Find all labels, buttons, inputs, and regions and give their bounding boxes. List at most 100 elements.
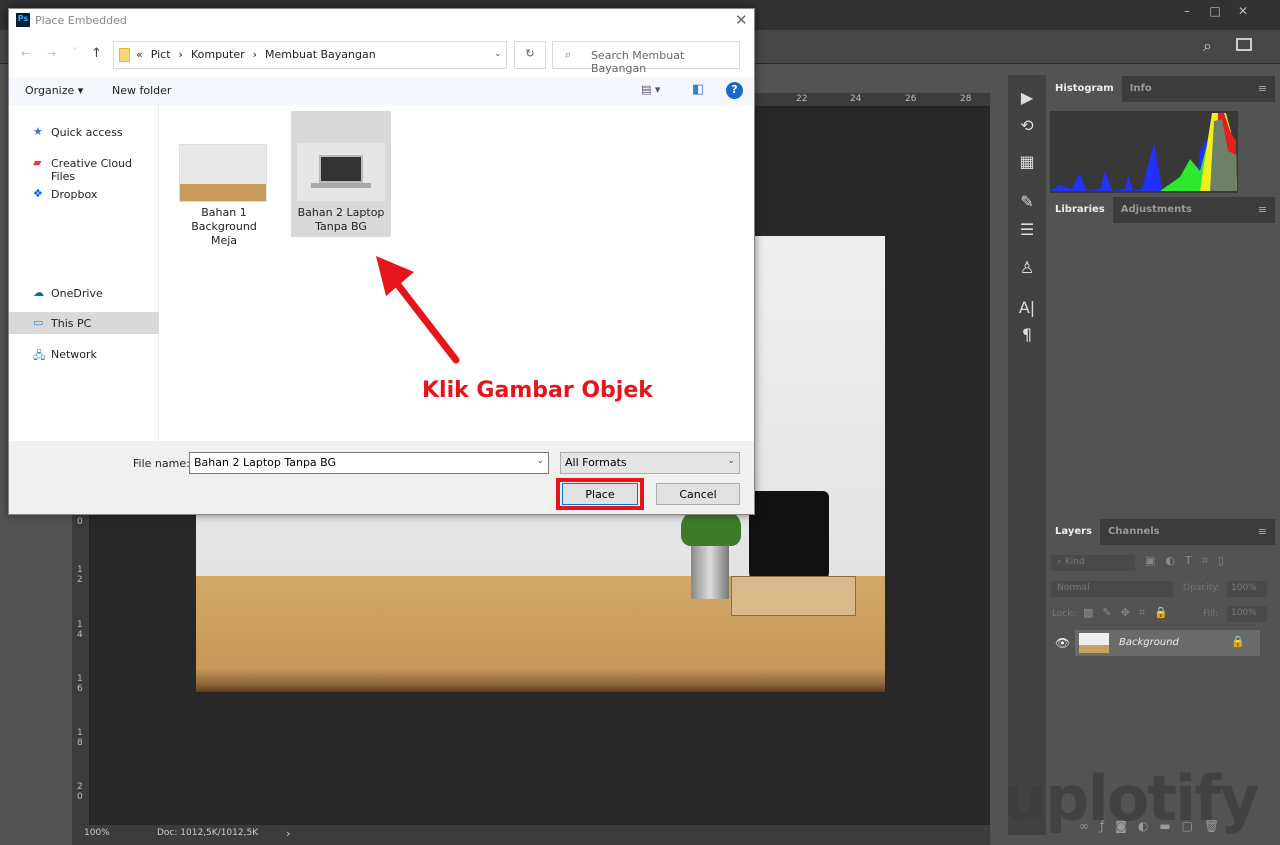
file-name-input[interactable]: Bahan 2 Laptop Tanpa BG ⌄ — [189, 452, 549, 474]
back-button[interactable]: ← — [21, 47, 30, 60]
up-button[interactable]: ↑ — [91, 46, 102, 61]
file-thumbnail — [297, 143, 385, 201]
play-icon[interactable]: ▶ — [1008, 88, 1046, 107]
refresh-button[interactable]: ↻ — [514, 41, 546, 69]
tab-libraries[interactable]: Libraries — [1047, 197, 1113, 223]
blend-mode-select[interactable]: Normal — [1051, 581, 1173, 597]
panel-menu-icon[interactable]: ≡ — [1258, 82, 1267, 95]
network-icon: 🖧 — [33, 349, 46, 362]
tab-layers[interactable]: Layers — [1047, 519, 1100, 545]
ruler-label: 26 — [905, 94, 917, 104]
maximize-button[interactable]: □ — [1204, 4, 1226, 20]
breadcrumb-separator[interactable]: › — [179, 48, 183, 61]
close-button[interactable]: ✕ — [1232, 4, 1254, 20]
cancel-button[interactable]: Cancel — [656, 483, 740, 505]
histogram-panel: Histogram Info ≡ — [1047, 76, 1275, 196]
creative-cloud-icon: ▰ — [33, 156, 42, 169]
recent-dropdown[interactable]: ˅ — [73, 47, 77, 56]
file-name-label: File name: — [133, 457, 190, 470]
ruler-label: 22 — [796, 94, 808, 104]
tab-histogram[interactable]: Histogram — [1047, 76, 1122, 102]
ruler-label: 0 — [77, 517, 83, 527]
breadcrumb-membuat-bayangan[interactable]: Membuat Bayangan — [265, 48, 376, 61]
breadcrumb-overflow[interactable]: « — [136, 48, 143, 61]
fill-field[interactable]: 100% — [1227, 606, 1267, 622]
preview-pane-icon[interactable]: ◧ — [692, 82, 704, 97]
dropbox-icon: ❖ — [33, 187, 43, 200]
plant-pot-image — [691, 541, 729, 599]
ruler-label: 28 — [960, 94, 972, 104]
doc-size: Doc: 1012,5K/1012,5K — [157, 828, 259, 838]
format-value: All Formats — [565, 456, 627, 469]
search-icon[interactable]: ⌕ — [1203, 36, 1212, 56]
new-folder-button[interactable]: New folder — [112, 84, 171, 97]
file-item[interactable]: Bahan 1 Background Meja — [179, 144, 269, 248]
search-icon: ⌕ — [565, 48, 572, 61]
chevron-down-icon: ⌄ — [727, 456, 735, 466]
ruler-label: 24 — [850, 94, 862, 104]
help-icon[interactable]: ? — [726, 82, 743, 99]
minimize-button[interactable]: – — [1176, 4, 1198, 20]
file-thumbnail — [179, 144, 267, 202]
tab-adjustments[interactable]: Adjustments — [1113, 197, 1200, 223]
history-icon[interactable]: ⟲ — [1008, 116, 1046, 135]
nav-creative-cloud-files[interactable]: ▰ Creative Cloud Files — [9, 152, 159, 183]
search-placeholder: Search Membuat Bayangan — [591, 49, 685, 75]
opacity-field[interactable]: 100% — [1227, 581, 1267, 597]
breadcrumb-pict[interactable]: Pict — [151, 48, 171, 61]
nav-label: This PC — [51, 317, 92, 330]
zoom-level[interactable]: 100% — [84, 828, 110, 838]
nav-onedrive[interactable]: ☁ OneDrive — [9, 282, 159, 304]
ruler-label: 1 4 — [77, 620, 83, 640]
file-name-line: Bahan 2 Laptop — [297, 206, 385, 219]
notebook-image — [731, 576, 856, 616]
dialog-close-button[interactable]: ✕ — [735, 11, 748, 29]
lock-icons[interactable]: ▩✎✥⌗🔒 — [1083, 606, 1177, 620]
file-format-select[interactable]: All Formats ⌄ — [560, 452, 740, 474]
file-item-selected[interactable]: Bahan 2 Laptop Tanpa BG — [291, 111, 391, 237]
address-dropdown-icon[interactable]: ⌄ — [494, 49, 502, 59]
address-bar[interactable]: « Pict › Komputer › Membuat Bayangan ⌄ ↻ — [113, 41, 546, 69]
chevron-down-icon[interactable]: ⌄ — [536, 456, 544, 466]
file-name-line: Background — [191, 220, 257, 233]
tab-channels[interactable]: Channels — [1100, 519, 1168, 545]
nav-network[interactable]: 🖧 Network — [9, 343, 159, 365]
brushes-icon[interactable]: ✎ — [1008, 192, 1046, 211]
place-button[interactable]: Place — [562, 483, 638, 505]
histogram-graph — [1050, 111, 1238, 193]
panel-menu-icon[interactable]: ≡ — [1258, 203, 1267, 216]
nav-quick-access[interactable]: ★ Quick access — [9, 121, 159, 143]
nav-label: Network — [51, 348, 97, 361]
nav-this-pc[interactable]: ▭ This PC — [9, 312, 159, 334]
fill-label: Fill: — [1203, 609, 1219, 619]
ruler-label: 1 2 — [77, 565, 83, 585]
computer-icon: ▭ — [33, 316, 44, 329]
clone-source-icon[interactable]: ♙ — [1008, 258, 1046, 277]
layer-filter-kind[interactable]: ⌕ Kind — [1051, 555, 1135, 571]
layer-filter-icons[interactable]: ▣◐T⌗▯ — [1145, 554, 1234, 568]
nav-label: Quick access — [51, 126, 123, 139]
nav-dropbox[interactable]: ❖ Dropbox — [9, 183, 159, 205]
dialog-title: Place Embedded — [35, 14, 127, 27]
character-icon[interactable]: A| — [1008, 298, 1046, 317]
layer-row[interactable]: Background 🔒 — [1075, 630, 1260, 656]
tab-info[interactable]: Info — [1122, 76, 1160, 102]
status-menu-arrow[interactable]: › — [286, 827, 290, 840]
forward-button[interactable]: → — [47, 47, 56, 60]
breadcrumb-separator[interactable]: › — [253, 48, 257, 61]
dialog-toolbar: Organize ▾ New folder ▤ ▾ ◧ ? — [9, 77, 754, 105]
breadcrumb-komputer[interactable]: Komputer — [191, 48, 245, 61]
properties-icon[interactable]: ▦ — [1008, 152, 1046, 171]
view-options-icon[interactable]: ▤ ▾ — [641, 83, 660, 96]
organize-button[interactable]: Organize ▾ — [25, 84, 83, 97]
status-bar: 100% Doc: 1012,5K/1012,5K › — [72, 825, 990, 845]
panel-menu-icon[interactable]: ≡ — [1258, 525, 1267, 538]
file-name-line: Bahan 1 — [201, 206, 247, 219]
search-field[interactable]: ⌕ Search Membuat Bayangan — [552, 41, 740, 75]
laptop-image — [319, 155, 363, 183]
paragraph-icon[interactable]: ¶ — [1008, 325, 1046, 344]
mug-image — [749, 491, 829, 586]
workspace-icon[interactable] — [1236, 38, 1252, 51]
eye-icon[interactable]: 👁 — [1055, 636, 1070, 650]
brush-settings-icon[interactable]: ☰ — [1008, 220, 1046, 239]
